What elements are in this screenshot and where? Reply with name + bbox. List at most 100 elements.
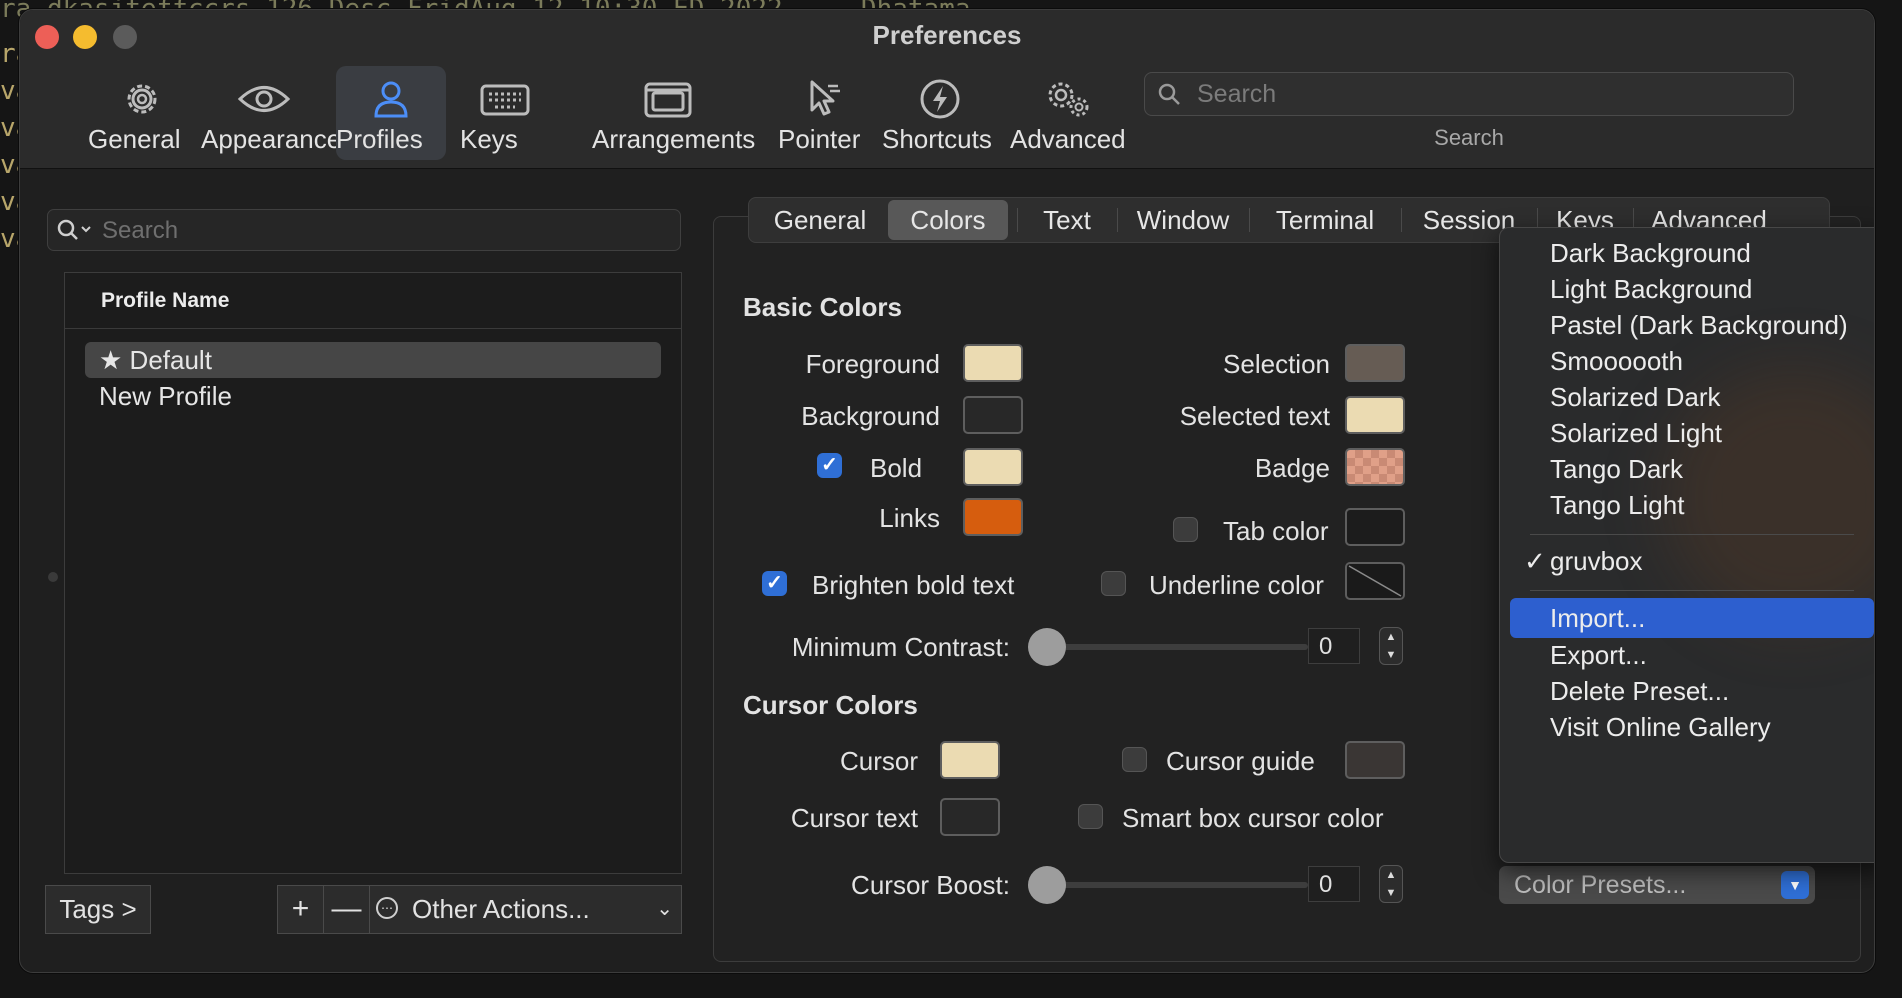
cursor-text-label: Cursor text: [790, 803, 918, 833]
color-presets-button[interactable]: Color Presets... ▼: [1499, 866, 1815, 904]
profile-row-new-profile[interactable]: New Profile: [85, 378, 661, 414]
menu-item-import[interactable]: Import...: [1510, 598, 1874, 638]
selected-text-label: Selected text: [1179, 401, 1330, 431]
menu-item-tango-dark[interactable]: Tango Dark: [1510, 449, 1874, 489]
bold-label: Bold: [870, 453, 923, 483]
menu-item-visit-gallery[interactable]: Visit Online Gallery: [1510, 707, 1874, 747]
menu-item-solarized-light[interactable]: Solarized Light: [1510, 413, 1874, 453]
cursor-text-color-well[interactable]: [940, 798, 1000, 836]
tab-divider: [1249, 208, 1250, 232]
toolbar-advanced[interactable]: Advanced: [1010, 66, 1126, 160]
toolbar-general[interactable]: General: [88, 66, 196, 160]
toolbar-keys[interactable]: Keys: [460, 66, 550, 160]
tab-colors[interactable]: Colors: [888, 200, 1008, 240]
toolbar-appearance[interactable]: Appearance: [201, 66, 341, 160]
foreground-color-well[interactable]: [963, 344, 1023, 382]
bold-checkbox[interactable]: ✓: [817, 453, 842, 478]
toolbar: Preferences General Appearance Profiles …: [20, 10, 1874, 169]
selection-label: Selection: [1223, 349, 1330, 379]
tab-divider: [1017, 208, 1018, 232]
profile-row-default[interactable]: ★ Default: [85, 342, 661, 378]
gears-icon: [1048, 82, 1089, 117]
menu-separator: [1530, 590, 1854, 591]
toolbar-profiles[interactable]: Profiles: [336, 66, 446, 160]
tab-text[interactable]: Text: [1025, 200, 1109, 240]
toolbar-general-label: General: [88, 124, 181, 154]
toolbar-advanced-label: Advanced: [1010, 124, 1126, 154]
cursor-colors-heading: Cursor Colors: [743, 690, 918, 720]
profile-search-field[interactable]: [47, 209, 681, 251]
cursor-boost-value[interactable]: 0: [1308, 866, 1360, 902]
tab-color-well[interactable]: [1345, 508, 1405, 546]
tab-general[interactable]: General: [761, 200, 879, 240]
other-actions-popup[interactable]: ⋯ Other Actions... ⌄: [369, 885, 682, 934]
cursor-guide-color-well[interactable]: [1345, 741, 1405, 779]
tab-terminal[interactable]: Terminal: [1257, 200, 1393, 240]
add-profile-button[interactable]: +: [277, 885, 324, 934]
cursor-guide-checkbox[interactable]: [1122, 747, 1147, 772]
bold-color-well[interactable]: [963, 448, 1023, 486]
windows-icon: [644, 82, 692, 118]
profile-list: Profile Name ★ Default New Profile: [64, 272, 682, 874]
toolbar-arrangements-label: Arrangements: [592, 124, 756, 154]
menu-item-smoooooth[interactable]: Smoooooth: [1510, 341, 1874, 381]
underline-color-checkbox[interactable]: [1101, 571, 1126, 596]
smart-box-cursor-label: Smart box cursor color: [1122, 803, 1384, 833]
toolbar-pointer[interactable]: Pointer: [778, 66, 868, 160]
preferences-window: Preferences General Appearance Profiles …: [19, 9, 1875, 973]
color-presets-menu: Dark Background Light Background Pastel …: [1499, 227, 1874, 863]
menu-item-export[interactable]: Export...: [1510, 635, 1874, 675]
smart-box-cursor-checkbox[interactable]: [1078, 804, 1103, 829]
gear-icon: [127, 84, 157, 114]
keyboard-icon: [480, 84, 530, 116]
toolbar-arrangements[interactable]: Arrangements: [592, 66, 755, 160]
star-icon: ★: [99, 345, 123, 375]
chevron-down-icon: ▼: [1781, 871, 1809, 899]
cursor-boost-slider[interactable]: [1028, 866, 1066, 904]
profile-search-input[interactable]: [100, 214, 664, 248]
tab-window[interactable]: Window: [1125, 200, 1241, 240]
menu-item-solarized-dark[interactable]: Solarized Dark: [1510, 377, 1874, 417]
badge-label: Badge: [1254, 453, 1330, 483]
profile-row-name: New Profile: [99, 381, 232, 411]
toolbar-search-field[interactable]: [1144, 72, 1794, 116]
basic-colors-heading: Basic Colors: [743, 292, 902, 322]
menu-item-dark-background[interactable]: Dark Background: [1510, 233, 1874, 273]
brighten-bold-checkbox[interactable]: ✓: [762, 571, 787, 596]
profile-row-name: Default: [129, 345, 212, 375]
cursor-boost-track: [1028, 882, 1308, 888]
menu-item-delete-preset[interactable]: Delete Preset...: [1510, 671, 1874, 711]
minimum-contrast-slider[interactable]: [1028, 628, 1066, 666]
tab-color-checkbox[interactable]: [1173, 517, 1198, 542]
search-icon: [1158, 83, 1180, 105]
menu-item-tango-light[interactable]: Tango Light: [1510, 485, 1874, 525]
minimum-contrast-value[interactable]: 0: [1308, 628, 1360, 664]
toolbar-shortcuts-label: Shortcuts: [882, 124, 992, 154]
tab-color-label: Tab color: [1223, 516, 1329, 546]
tab-divider: [1401, 208, 1402, 232]
tags-button[interactable]: Tags >: [45, 885, 151, 934]
profile-name-header[interactable]: Profile Name: [65, 273, 681, 329]
menu-item-light-background[interactable]: Light Background: [1510, 269, 1874, 309]
links-color-well[interactable]: [963, 498, 1023, 536]
toolbar-shortcuts[interactable]: Shortcuts: [882, 66, 998, 160]
person-icon: [374, 81, 408, 118]
cursor-boost-stepper[interactable]: ▲ ▼: [1379, 865, 1403, 903]
links-label: Links: [879, 503, 940, 533]
minimum-contrast-stepper[interactable]: ▲ ▼: [1379, 627, 1403, 665]
toolbar-search-input[interactable]: [1195, 77, 1779, 111]
selected-text-color-well[interactable]: [1345, 396, 1405, 434]
underline-color-label: Underline color: [1149, 570, 1324, 600]
menu-item-pastel-dark[interactable]: Pastel (Dark Background): [1510, 305, 1874, 345]
cursor-boost-label: Cursor Boost:: [851, 870, 1010, 900]
menu-item-gruvbox[interactable]: ✓ gruvbox: [1510, 541, 1874, 581]
badge-color-well[interactable]: [1345, 448, 1405, 486]
minimum-contrast-track: [1028, 644, 1308, 650]
selection-color-well[interactable]: [1345, 344, 1405, 382]
remove-profile-button[interactable]: —: [323, 885, 370, 934]
underline-color-well[interactable]: [1345, 562, 1405, 600]
cursor-color-well[interactable]: [940, 741, 1000, 779]
background-label: Background: [801, 401, 940, 431]
split-handle[interactable]: [48, 572, 58, 582]
background-color-well[interactable]: [963, 396, 1023, 434]
